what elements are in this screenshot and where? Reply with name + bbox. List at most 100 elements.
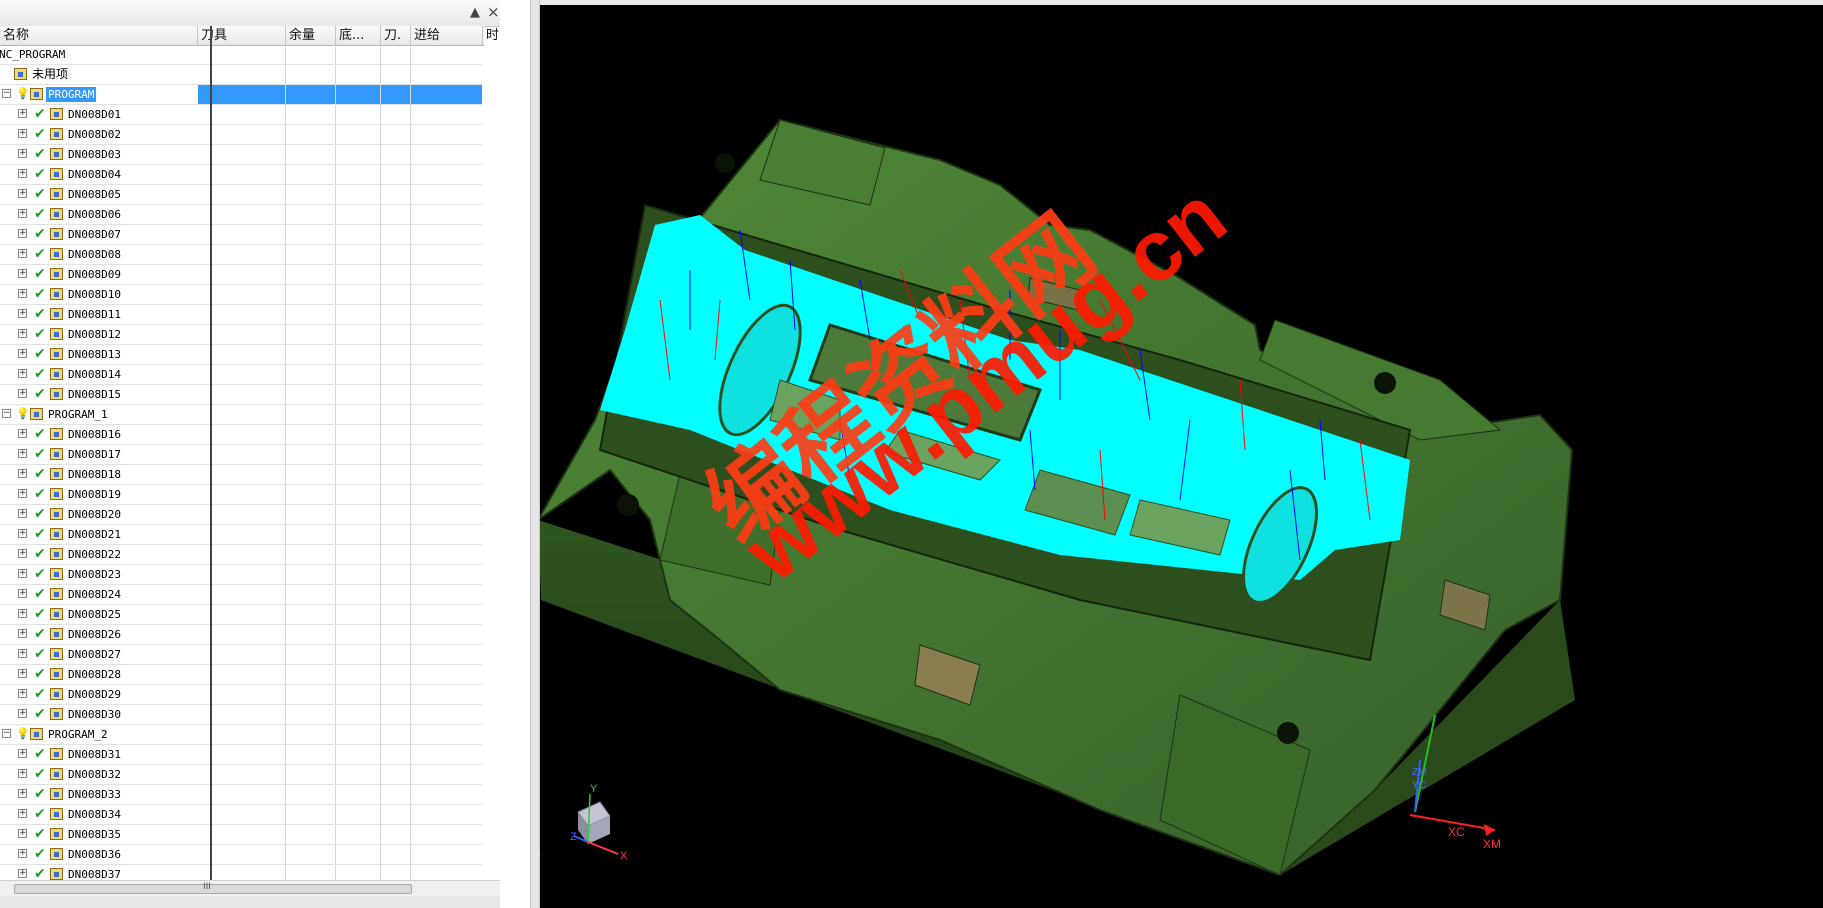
tree-row[interactable]: NC_PROGRAM bbox=[0, 45, 482, 65]
grid-cell[interactable] bbox=[381, 805, 411, 824]
panel-splitter[interactable] bbox=[530, 0, 540, 908]
expand-toggle-icon[interactable]: + bbox=[18, 549, 27, 558]
grid-cell[interactable] bbox=[286, 405, 336, 424]
operation-row[interactable]: + ✔ DN008D26 bbox=[0, 625, 482, 645]
grid-cell[interactable] bbox=[411, 625, 482, 644]
grid-cell[interactable] bbox=[286, 145, 336, 164]
operation-row[interactable]: + ✔ DN008D30 bbox=[0, 705, 482, 725]
grid-cell[interactable] bbox=[286, 325, 336, 344]
grid-cell[interactable] bbox=[381, 605, 411, 624]
grid-cell[interactable] bbox=[411, 285, 482, 304]
grid-cell[interactable] bbox=[286, 385, 336, 404]
operation-row[interactable]: + ✔ DN008D09 bbox=[0, 265, 482, 285]
grid-cell[interactable] bbox=[336, 785, 381, 804]
grid-cell[interactable] bbox=[411, 525, 482, 544]
operation-row[interactable]: + ✔ DN008D31 bbox=[0, 745, 482, 765]
grid-cell[interactable] bbox=[381, 425, 411, 444]
grid-cell[interactable] bbox=[336, 605, 381, 624]
operation-row[interactable]: + ✔ DN008D10 bbox=[0, 285, 482, 305]
grid-cell[interactable] bbox=[411, 665, 482, 684]
collapse-toggle-icon[interactable]: − bbox=[2, 729, 11, 738]
grid-cell[interactable] bbox=[336, 125, 381, 144]
operation-row[interactable]: + ✔ DN008D28 bbox=[0, 665, 482, 685]
grid-cell[interactable] bbox=[411, 845, 482, 864]
grid-cell[interactable] bbox=[336, 665, 381, 684]
grid-cell[interactable] bbox=[336, 825, 381, 844]
expand-toggle-icon[interactable]: + bbox=[18, 749, 27, 758]
horizontal-scrollbar[interactable]: III bbox=[0, 880, 500, 897]
grid-cell[interactable] bbox=[411, 305, 482, 324]
grid-cell[interactable] bbox=[411, 825, 482, 844]
grid-cell[interactable] bbox=[411, 205, 482, 224]
grid-cell[interactable] bbox=[381, 845, 411, 864]
tree-row[interactable]: 未用项 bbox=[0, 65, 482, 85]
grid-cell[interactable] bbox=[411, 445, 482, 464]
expand-toggle-icon[interactable]: + bbox=[18, 469, 27, 478]
operation-row[interactable]: + ✔ DN008D11 bbox=[0, 305, 482, 325]
grid-cell[interactable] bbox=[286, 285, 336, 304]
expand-toggle-icon[interactable]: + bbox=[18, 269, 27, 278]
grid-cell[interactable] bbox=[286, 225, 336, 244]
expand-toggle-icon[interactable]: + bbox=[18, 389, 27, 398]
grid-cell[interactable] bbox=[381, 505, 411, 524]
horizontal-scrollbar-thumb[interactable]: III bbox=[14, 882, 412, 894]
operation-row[interactable]: + ✔ DN008D35 bbox=[0, 825, 482, 845]
expand-toggle-icon[interactable]: + bbox=[18, 689, 27, 698]
grid-cell[interactable] bbox=[286, 725, 336, 744]
operation-row[interactable]: + ✔ DN008D25 bbox=[0, 605, 482, 625]
grid-cell[interactable] bbox=[411, 785, 482, 804]
grid-cell[interactable] bbox=[381, 65, 411, 84]
grid-cell[interactable] bbox=[336, 705, 381, 724]
grid-cell[interactable] bbox=[381, 205, 411, 224]
grid-cell[interactable] bbox=[411, 405, 482, 424]
grid-cell[interactable] bbox=[336, 365, 381, 384]
grid-cell[interactable] bbox=[411, 385, 482, 404]
column-header-feed[interactable]: 进给 bbox=[411, 26, 483, 45]
grid-cell[interactable] bbox=[381, 685, 411, 704]
program-group-row[interactable]: − 💡 PROGRAM bbox=[0, 85, 482, 105]
grid-cell[interactable] bbox=[411, 345, 482, 364]
grid-cell[interactable] bbox=[381, 365, 411, 384]
operation-row[interactable]: + ✔ DN008D34 bbox=[0, 805, 482, 825]
grid-cell[interactable] bbox=[381, 865, 411, 880]
grid-cell[interactable] bbox=[336, 805, 381, 824]
expand-toggle-icon[interactable]: + bbox=[18, 649, 27, 658]
grid-cell[interactable] bbox=[381, 705, 411, 724]
expand-toggle-icon[interactable]: + bbox=[18, 169, 27, 178]
grid-cell[interactable] bbox=[411, 805, 482, 824]
grid-cell[interactable] bbox=[381, 145, 411, 164]
operation-row[interactable]: + ✔ DN008D04 bbox=[0, 165, 482, 185]
operation-row[interactable]: + ✔ DN008D21 bbox=[0, 525, 482, 545]
column-header-time[interactable]: 时 bbox=[483, 26, 500, 45]
expand-toggle-icon[interactable]: + bbox=[18, 609, 27, 618]
grid-cell[interactable] bbox=[411, 645, 482, 664]
grid-cell[interactable] bbox=[381, 445, 411, 464]
grid-cell[interactable] bbox=[336, 85, 381, 104]
grid-cell[interactable] bbox=[411, 325, 482, 344]
grid-cell[interactable] bbox=[381, 245, 411, 264]
expand-toggle-icon[interactable]: + bbox=[18, 849, 27, 858]
grid-cell[interactable] bbox=[381, 785, 411, 804]
grid-cell[interactable] bbox=[336, 425, 381, 444]
operation-row[interactable]: + ✔ DN008D08 bbox=[0, 245, 482, 265]
grid-cell[interactable] bbox=[381, 165, 411, 184]
expand-toggle-icon[interactable]: + bbox=[18, 349, 27, 358]
operation-row[interactable]: + ✔ DN008D36 bbox=[0, 845, 482, 865]
grid-cell[interactable] bbox=[286, 85, 336, 104]
graphics-viewport[interactable]: 编程资料网 www.pmug.cn XC XM ZM YC X Y Z bbox=[540, 0, 1823, 908]
grid-cell[interactable] bbox=[286, 425, 336, 444]
grid-cell[interactable] bbox=[286, 625, 336, 644]
grid-cell[interactable] bbox=[286, 105, 336, 124]
grid-cell[interactable] bbox=[411, 265, 482, 284]
collapse-toggle-icon[interactable]: − bbox=[2, 89, 11, 98]
operation-row[interactable]: + ✔ DN008D05 bbox=[0, 185, 482, 205]
expand-toggle-icon[interactable]: + bbox=[18, 509, 27, 518]
operation-row[interactable]: + ✔ DN008D19 bbox=[0, 485, 482, 505]
expand-toggle-icon[interactable]: + bbox=[18, 189, 27, 198]
operation-row[interactable]: + ✔ DN008D27 bbox=[0, 645, 482, 665]
close-icon[interactable]: × bbox=[487, 3, 500, 21]
column-header-path[interactable]: 刀. bbox=[381, 26, 411, 45]
grid-cell[interactable] bbox=[411, 545, 482, 564]
expand-toggle-icon[interactable]: + bbox=[18, 249, 27, 258]
grid-cell[interactable] bbox=[411, 685, 482, 704]
